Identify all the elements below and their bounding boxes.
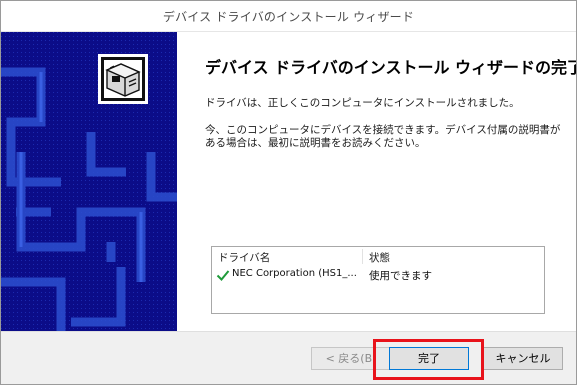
- connect-device-text: 今、このコンピュータにデバイスを接続できます。デバイス付属の説明書がある場合は、…: [205, 124, 561, 149]
- finish-button[interactable]: 完了: [389, 347, 469, 370]
- banner-graphic: [1, 32, 177, 331]
- checkmark-icon: [216, 267, 230, 286]
- driver-list-header: ドライバ名 状態: [212, 247, 544, 265]
- cancel-button[interactable]: キャンセル: [483, 347, 563, 370]
- computer-box-icon: [98, 54, 148, 104]
- button-bar: < 戻る(B) 完了 キャンセル: [1, 331, 576, 384]
- title-bar: デバイス ドライバのインストール ウィザード: [1, 1, 576, 32]
- driver-name: NEC Corporation (HS1_...: [232, 268, 357, 279]
- driver-status: 使用できます: [369, 270, 432, 282]
- page-heading: デバイス ドライバのインストール ウィザードの完了: [205, 58, 577, 77]
- driver-row: NEC Corporation (HS1_... 使用できます: [212, 266, 544, 282]
- driver-list: ドライバ名 状態 NEC Corporation (HS1_... 使用できます: [211, 246, 545, 314]
- back-button[interactable]: < 戻る(B): [311, 347, 391, 370]
- column-status: 状態: [369, 252, 390, 264]
- install-success-text: ドライバは、正しくこのコンピュータにインストールされました。: [205, 97, 520, 109]
- wizard-window: デバイス ドライバのインストール ウィザード デバイス ドライバのインストール …: [0, 0, 577, 385]
- column-driver-name: ドライバ名: [218, 252, 271, 264]
- window-title: デバイス ドライバのインストール ウィザード: [162, 10, 415, 24]
- wizard-banner: [1, 32, 177, 331]
- column-separator: [362, 249, 363, 264]
- wizard-content: デバイス ドライバのインストール ウィザードの完了 ドライバは、正しくこのコンピ…: [177, 32, 576, 331]
